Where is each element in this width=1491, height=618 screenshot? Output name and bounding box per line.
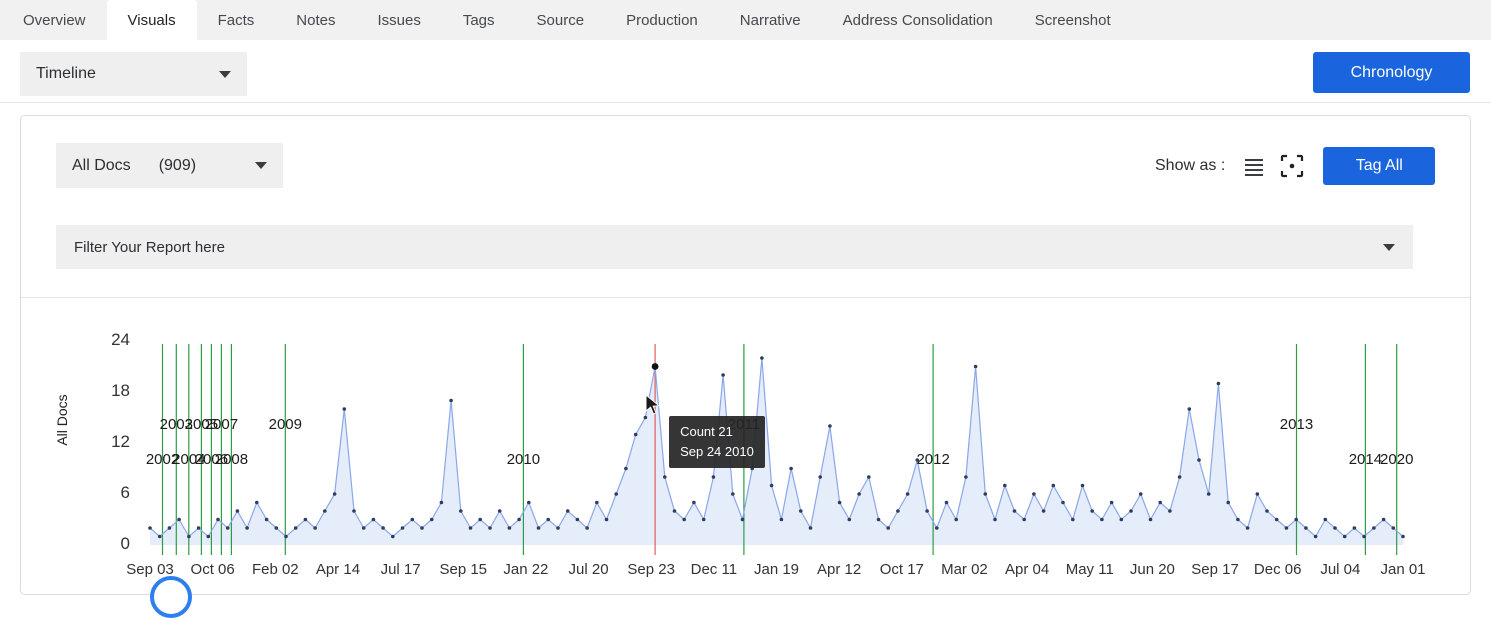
- mouse-cursor-icon: [645, 393, 663, 421]
- y-tick-label: 18: [111, 381, 130, 400]
- tab-notes[interactable]: Notes: [275, 0, 356, 40]
- year-label-2014: 2014: [1348, 451, 1383, 468]
- x-tick-label: Sep 23: [627, 561, 675, 578]
- x-tick-label: Jul 20: [568, 561, 609, 578]
- chart-tooltip: Count 21 Sep 24 2010: [669, 416, 765, 468]
- page: Overview Visuals Facts Notes Issues Tags Sourc…: [0, 0, 1491, 618]
- x-tick-label: Jan 01: [1380, 561, 1426, 578]
- tab-narrative[interactable]: Narrative: [719, 0, 822, 40]
- x-tick-label: Mar 02: [941, 561, 988, 578]
- tab-overview[interactable]: Overview: [2, 0, 107, 40]
- tooltip-count: Count 21: [680, 424, 733, 439]
- tab-bar: Overview Visuals Facts Notes Issues Tags Sourc…: [0, 0, 1491, 40]
- x-tick-label: Sep 15: [439, 561, 488, 578]
- tab-tags[interactable]: Tags: [442, 0, 516, 40]
- show-as-label: Show as :: [1155, 156, 1226, 174]
- chevron-down-icon: [255, 162, 267, 169]
- year-label-2008: 2008: [214, 451, 249, 468]
- y-tick-label: 0: [120, 534, 130, 553]
- tab-visuals[interactable]: Visuals: [106, 0, 197, 40]
- timeline-select-value: Timeline: [36, 65, 96, 82]
- x-tick-label: Apr 12: [817, 561, 862, 578]
- list-view-icon[interactable]: [1239, 151, 1269, 181]
- tab-issues[interactable]: Issues: [356, 0, 441, 40]
- year-label-2013: 2013: [1279, 416, 1314, 433]
- x-tick-label: Jan 19: [753, 561, 800, 578]
- tag-all-button[interactable]: Tag All: [1323, 146, 1436, 185]
- panel-divider: [21, 297, 1470, 298]
- tab-production[interactable]: Production: [605, 0, 719, 40]
- chevron-down-icon: [1383, 243, 1395, 251]
- x-tick-label: Oct 06: [190, 561, 235, 578]
- tab-facts[interactable]: Facts: [197, 0, 276, 40]
- x-tick-label: Feb 02: [251, 561, 299, 578]
- x-tick-label: Apr 04: [1004, 561, 1050, 578]
- chevron-down-icon: [219, 70, 231, 78]
- x-tick-label: Jul 17: [380, 561, 421, 578]
- x-tick-label: Dec 06: [1253, 561, 1302, 578]
- x-tick-label: Jan 22: [503, 561, 549, 578]
- x-tick-label: Jun 20: [1129, 561, 1175, 578]
- tab-screenshot[interactable]: Screenshot: [1014, 0, 1132, 40]
- timeline-chart[interactable]: [148, 341, 1405, 559]
- y-tick-label: 6: [120, 483, 130, 502]
- x-tick-label: Jul 04: [1320, 561, 1361, 578]
- year-label-2012: 2012: [916, 451, 950, 468]
- year-label-2009: 2009: [268, 416, 302, 433]
- tooltip-date: Sep 24 2010: [680, 444, 754, 459]
- y-tick-label: 24: [111, 330, 130, 349]
- all-docs-select[interactable]: All Docs (909): [56, 143, 283, 188]
- chat-widget[interactable]: [150, 576, 192, 618]
- all-docs-count: (909): [158, 156, 197, 174]
- year-label-2020: 2020: [1380, 451, 1414, 468]
- header-row: Timeline Chronology: [0, 40, 1491, 103]
- y-axis-title: All Docs: [54, 394, 70, 446]
- filter-report-input[interactable]: Filter Your Report here: [56, 225, 1413, 269]
- screenshot-view-icon[interactable]: [1277, 151, 1307, 181]
- all-docs-select-label: All Docs: [72, 156, 131, 174]
- tab-source[interactable]: Source: [516, 0, 606, 40]
- x-tick-label: Apr 14: [315, 561, 361, 578]
- x-tick-label: May 11: [1065, 561, 1114, 578]
- year-label-2007: 2007: [204, 416, 239, 433]
- show-as-controls: Show as : Tag All: [1155, 143, 1436, 188]
- chronology-button[interactable]: Chronology: [1313, 52, 1470, 93]
- filter-report-placeholder: Filter Your Report here: [74, 238, 225, 256]
- year-label-2010: 2010: [506, 451, 541, 468]
- x-tick-label: Dec 11: [690, 561, 738, 578]
- x-tick-label: Sep 17: [1191, 561, 1239, 578]
- x-tick-label: Oct 17: [879, 561, 924, 578]
- timeline-view-select[interactable]: Timeline: [20, 52, 247, 96]
- y-tick-label: 12: [111, 432, 130, 451]
- tab-address-consolidation[interactable]: Address Consolidation: [822, 0, 1014, 40]
